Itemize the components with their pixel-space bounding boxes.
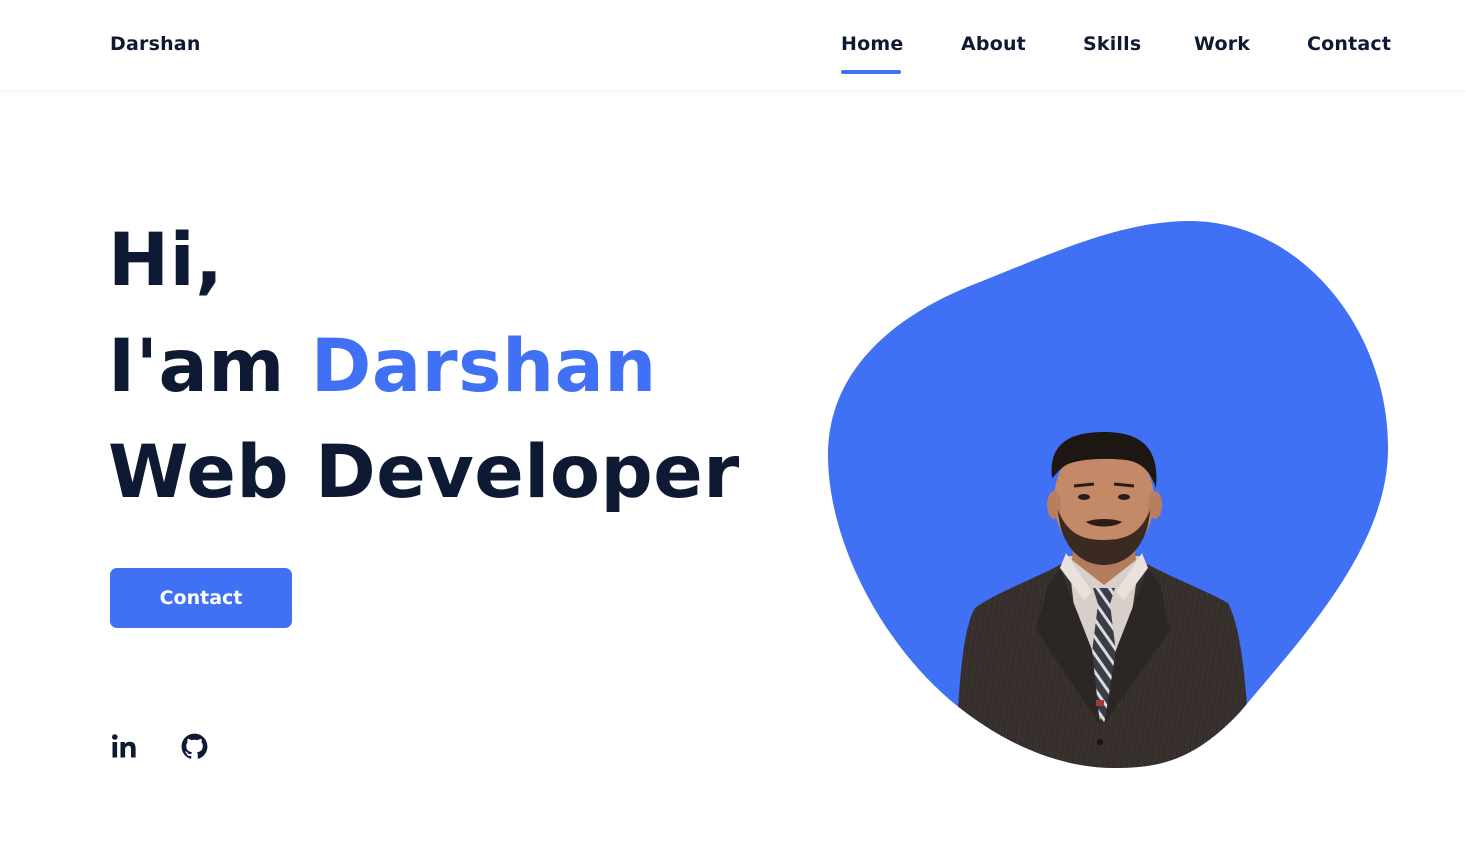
site-header: Darshan Home About Skills Work Contact (0, 0, 1466, 90)
nav-link-skills[interactable]: Skills (1083, 33, 1141, 55)
contact-button[interactable]: Contact (110, 568, 292, 628)
hero-name: Darshan (310, 324, 657, 409)
hero-title: Hi, I'am Darshan Web Developer (108, 208, 740, 526)
main-nav: Home About Skills Work Contact (0, 33, 1466, 78)
nav-active-indicator (841, 70, 901, 74)
nav-link-work[interactable]: Work (1194, 33, 1250, 55)
nav-link-home[interactable]: Home (841, 33, 903, 55)
profile-image-area (820, 215, 1400, 775)
hero-greeting: Hi, (108, 218, 224, 303)
linkedin-icon (112, 734, 136, 758)
nav-link-about[interactable]: About (961, 33, 1026, 55)
social-link-github (181, 733, 208, 764)
profile-blob-svg (828, 220, 1389, 769)
hero-intro: I'am (108, 324, 285, 409)
linkedin-link[interactable] (111, 733, 137, 763)
nav-link-contact[interactable]: Contact (1307, 33, 1391, 55)
hero-role: Web Developer (108, 430, 740, 515)
github-icon (181, 733, 208, 759)
social-link-linkedin (111, 733, 137, 763)
hero-intro-line: I'am Darshan (108, 314, 740, 420)
github-link[interactable] (181, 733, 208, 764)
